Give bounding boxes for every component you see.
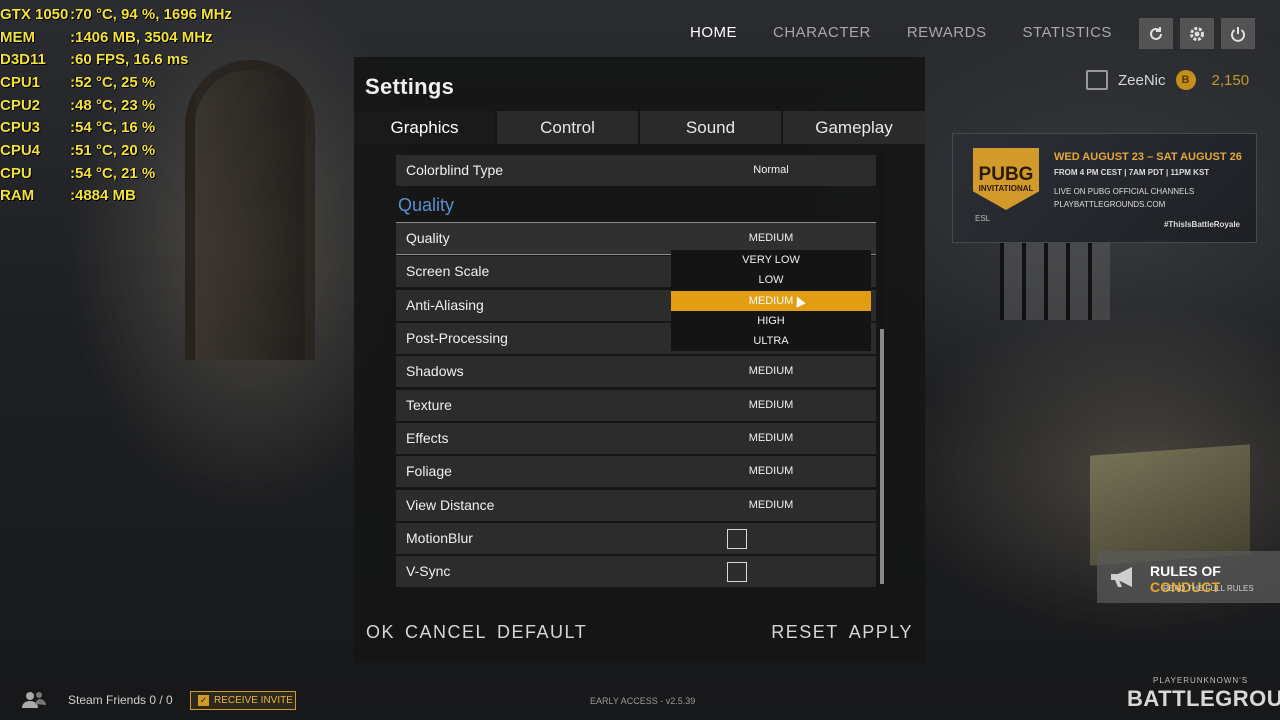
dropdown-option-very-low[interactable]: VERY LOW — [671, 250, 871, 270]
performance-overlay: GTX 1050:70 °C, 94 %, 1696 MHz MEM:1406 … — [0, 3, 232, 207]
overlay-row: RAM:4884 MB — [0, 187, 136, 205]
tab-gameplay[interactable]: Gameplay — [783, 111, 925, 144]
username: ZeeNic — [1118, 71, 1166, 89]
setting-row-shadows[interactable]: Shadows MEDIUM — [396, 356, 876, 387]
motion-blur-checkbox[interactable] — [727, 529, 747, 549]
section-quality: Quality — [398, 195, 455, 215]
refresh-icon — [1150, 26, 1162, 40]
game-logo: PLAYERUNKNOWN'S BATTLEGROUNDS — [1127, 676, 1280, 711]
receive-invite-toggle[interactable]: ✓ RECEIVE INVITE — [190, 691, 296, 710]
settings-dialog: Settings Graphics Control Sound Gameplay… — [354, 57, 925, 663]
check-icon: ✓ — [198, 695, 209, 706]
settings-title: Settings — [365, 74, 455, 99]
rules-subtitle: READ THE FULL RULES — [1163, 584, 1254, 593]
overlay-row: CPU1:52 °C, 25 % — [0, 73, 156, 91]
default-button[interactable]: DEFAULT — [497, 622, 587, 643]
user-info: ZeeNic B 2,150 — [1086, 70, 1249, 90]
version-label: EARLY ACCESS - v2.5.39 — [590, 696, 696, 706]
overlay-row: CPU2:48 °C, 23 % — [0, 96, 156, 114]
megaphone-icon — [1111, 567, 1132, 587]
overlay-row: MEM:1406 MB, 3504 MHz — [0, 28, 213, 46]
banner-times: FROM 4 PM CEST | 7AM PDT | 11PM KST — [1054, 168, 1210, 177]
banner-hashtag: #ThisIsBattleRoyale — [1163, 220, 1240, 229]
banner-dates: WED AUGUST 23 – SAT AUGUST 26 — [1054, 151, 1242, 163]
nav-character[interactable]: CHARACTER — [773, 24, 871, 41]
setting-row-view-distance[interactable]: View Distance MEDIUM — [396, 490, 876, 521]
overlay-row: GTX 1050:70 °C, 94 %, 1696 MHz — [0, 5, 232, 23]
dropdown-option-low[interactable]: LOW — [671, 270, 871, 290]
overlay-row: D3D11:60 FPS, 16.6 ms — [0, 51, 189, 69]
settings-list: Colorblind Type Normal Quality Quality M… — [396, 155, 876, 588]
scrollbar-thumb[interactable] — [880, 329, 884, 584]
tab-graphics[interactable]: Graphics — [354, 111, 495, 144]
background-barred-window — [1000, 240, 1110, 320]
steam-friends-count: Steam Friends 0 / 0 — [68, 693, 173, 707]
dropdown-option-ultra[interactable]: ULTRA — [671, 331, 871, 351]
cancel-button[interactable]: CANCEL — [405, 622, 487, 643]
quality-dropdown-menu: VERY LOW LOW MEDIUM HIGH ULTRA — [671, 250, 871, 351]
nav-statistics[interactable]: STATISTICS — [1022, 24, 1111, 41]
footer-left-buttons: OK CANCEL DEFAULT — [366, 622, 587, 643]
bp-coin-icon: B — [1175, 70, 1196, 90]
settings-scrollbar[interactable] — [879, 153, 885, 588]
nav-rewards[interactable]: REWARDS — [907, 24, 987, 41]
setting-row-texture[interactable]: Texture MEDIUM — [396, 390, 876, 421]
nav-home[interactable]: HOME — [690, 24, 737, 41]
overlay-row: CPU:54 °C, 21 % — [0, 164, 156, 182]
settings-tabs: Graphics Control Sound Gameplay — [354, 111, 925, 144]
rules-of-conduct-button[interactable]: RULES OF CONDUCT READ THE FULL RULES — [1097, 551, 1280, 603]
background-crate — [1090, 444, 1250, 566]
apply-button[interactable]: APPLY — [849, 622, 913, 643]
currency-amount: 2,150 — [1211, 71, 1250, 89]
ok-button[interactable]: OK — [366, 622, 395, 643]
footer-right-buttons: RESET APPLY — [771, 622, 913, 643]
banner-sponsor: ESL — [975, 214, 991, 223]
gear-icon — [1190, 26, 1204, 41]
setting-row-effects[interactable]: Effects MEDIUM — [396, 423, 876, 454]
friends-icon[interactable] — [22, 690, 46, 708]
banner-live: LIVE ON PUBG OFFICIAL CHANNELS — [1054, 187, 1195, 196]
dropdown-option-medium[interactable]: MEDIUM — [671, 291, 871, 311]
settings-button[interactable] — [1180, 18, 1214, 49]
setting-row-motion-blur[interactable]: MotionBlur — [396, 523, 876, 554]
setting-row-foliage[interactable]: Foliage MEDIUM — [396, 456, 876, 487]
event-banner[interactable]: PUBG INVITATIONAL ESL WED AUGUST 23 – SA… — [952, 133, 1257, 243]
refresh-button[interactable] — [1139, 18, 1173, 49]
dropdown-option-high[interactable]: HIGH — [671, 311, 871, 331]
setting-row-vsync[interactable]: V-Sync — [396, 556, 876, 587]
setting-row-colorblind[interactable]: Colorblind Type Normal — [396, 155, 876, 186]
top-icon-bar — [1139, 18, 1255, 49]
quality-dropdown[interactable]: MEDIUM — [696, 232, 846, 244]
quit-button[interactable] — [1221, 18, 1255, 49]
main-nav: HOME CHARACTER REWARDS STATISTICS — [690, 24, 1112, 41]
twitch-icon[interactable] — [1086, 70, 1108, 90]
colorblind-value[interactable]: Normal — [696, 164, 846, 176]
tab-control[interactable]: Control — [497, 111, 638, 144]
banner-url: PLAYBATTLEGROUNDS.COM — [1054, 200, 1166, 209]
power-icon — [1231, 26, 1245, 42]
overlay-row: CPU4:51 °C, 20 % — [0, 141, 156, 159]
reset-button[interactable]: RESET — [771, 622, 839, 643]
overlay-row: CPU3:54 °C, 16 % — [0, 119, 156, 137]
tab-sound[interactable]: Sound — [640, 111, 781, 144]
pubg-invitational-logo: PUBG INVITATIONAL — [973, 148, 1039, 210]
vsync-checkbox[interactable] — [727, 562, 747, 582]
